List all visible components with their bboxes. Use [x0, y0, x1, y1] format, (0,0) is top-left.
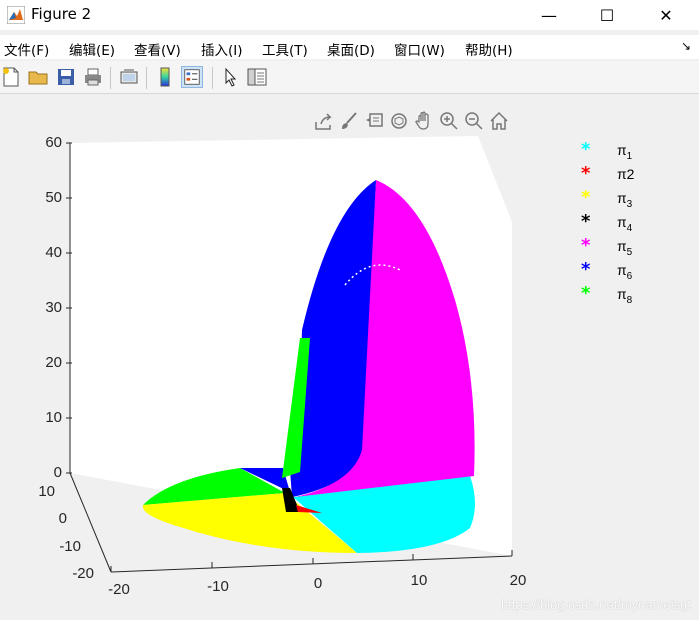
rotate-3d-icon[interactable] [388, 110, 410, 132]
y-tick-label: -20 [72, 565, 94, 582]
colorbar-icon[interactable] [154, 66, 176, 88]
legend-label: π3 [617, 190, 633, 210]
asterisk-marker-icon: * [581, 187, 591, 208]
menu-tools[interactable]: 工具(T) [262, 39, 308, 59]
dock-arrow-icon[interactable]: ↘ [681, 39, 691, 53]
asterisk-marker-icon: * [581, 283, 591, 304]
x-axis-line [110, 555, 513, 573]
data-tips-icon[interactable] [363, 110, 385, 132]
legend-icon[interactable] [181, 66, 203, 88]
legend-label: π4 [617, 214, 633, 234]
y-tick-label: 0 [59, 510, 67, 527]
menu-view[interactable]: 查看(V) [134, 39, 181, 59]
print-icon[interactable] [82, 66, 104, 88]
property-inspector-icon[interactable] [246, 66, 268, 88]
legend-entry: * π5 [573, 236, 673, 258]
y-axis-line [69, 472, 112, 573]
z-tick-label: 0 [54, 464, 62, 481]
z-tick-label: 40 [45, 244, 62, 261]
legend-entry: * π1 [573, 140, 673, 162]
pan-icon[interactable] [413, 110, 435, 132]
toolbar-separator [212, 67, 213, 89]
asterisk-marker-icon: * [581, 163, 591, 184]
y-tick-label: 10 [38, 483, 55, 500]
z-tick-label: 20 [45, 354, 62, 371]
toolbar-separator [110, 67, 111, 89]
link-plot-icon[interactable] [118, 66, 140, 88]
menu-help[interactable]: 帮助(H) [465, 39, 513, 59]
legend-entry: * π4 [573, 212, 673, 234]
zoom-out-icon[interactable] [463, 110, 485, 132]
z-tick-label: 50 [45, 189, 62, 206]
home-icon[interactable] [488, 110, 510, 132]
x-tick-label: 10 [411, 572, 428, 589]
close-button[interactable]: ✕ [637, 0, 695, 30]
window-title: Figure 2 [31, 5, 92, 23]
new-figure-icon[interactable] [0, 66, 22, 88]
asterisk-marker-icon: * [581, 211, 591, 232]
open-file-icon[interactable] [27, 66, 49, 88]
menu-insert[interactable]: 插入(I) [201, 39, 243, 59]
pointer-icon[interactable] [220, 66, 242, 88]
z-tick-label: 30 [45, 299, 62, 316]
legend-entry: * π6 [573, 260, 673, 282]
asterisk-marker-icon: * [581, 139, 591, 160]
menu-file[interactable]: 文件(F) [4, 39, 49, 59]
menu-edit[interactable]: 编辑(E) [69, 39, 115, 59]
toolbar-separator [146, 67, 147, 89]
legend-label: π1 [617, 142, 633, 162]
maximize-button[interactable]: ☐ [578, 0, 636, 30]
legend-label: π5 [617, 238, 633, 258]
x-tick-label: 20 [510, 572, 527, 589]
save-icon[interactable] [55, 66, 77, 88]
x-tick-label: -20 [108, 581, 130, 598]
figure-toolbar [0, 61, 699, 94]
y-tick-label: -10 [59, 538, 81, 555]
brush-icon[interactable] [338, 110, 360, 132]
legend-label: π2 [617, 166, 635, 182]
zoom-in-icon[interactable] [438, 110, 460, 132]
x-tick-label: 0 [314, 575, 322, 592]
menu-desktop[interactable]: 桌面(D) [327, 39, 375, 59]
menu-window[interactable]: 窗口(W) [394, 39, 445, 59]
legend-label: π6 [617, 262, 633, 282]
x-tick-label: -10 [207, 578, 229, 595]
z-tick-label: 10 [45, 409, 62, 426]
watermark: https://blog.csdn.net/mynameisgt [500, 597, 691, 612]
legend-entry: * π3 [573, 188, 673, 210]
minimize-button[interactable]: — [520, 0, 578, 30]
z-tick-label: 60 [45, 134, 62, 151]
legend-label: π8 [617, 286, 633, 306]
asterisk-marker-icon: * [581, 259, 591, 280]
matlab-logo-icon [7, 6, 25, 24]
legend-entry: * π2 [573, 164, 673, 186]
export-icon[interactable] [313, 110, 335, 132]
asterisk-marker-icon: * [581, 235, 591, 256]
menu-bar: 文件(F) 编辑(E) 查看(V) 插入(I) 工具(T) 桌面(D) 窗口(W… [0, 35, 699, 59]
x-ticks [110, 550, 513, 572]
title-bar: Figure 2 — ☐ ✕ [0, 0, 699, 30]
legend-entry: * π8 [573, 284, 673, 306]
